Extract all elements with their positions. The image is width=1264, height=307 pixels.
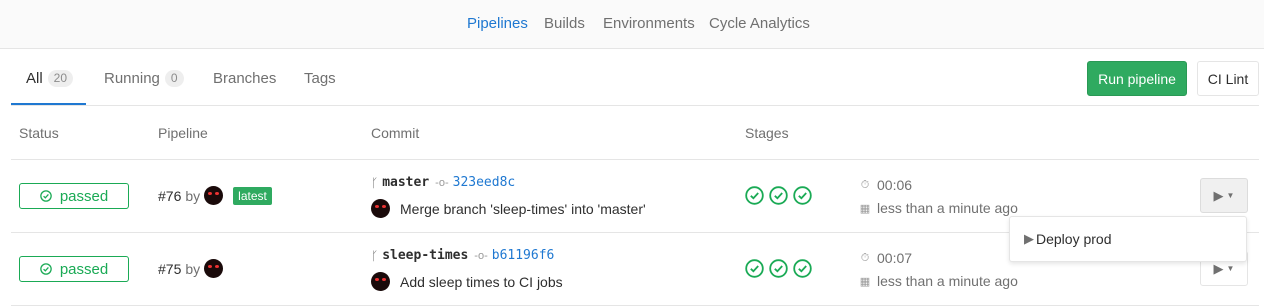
stage-list: [745, 259, 817, 278]
commit-ref: ᚴ sleep-times -o- b61196f6: [371, 248, 554, 263]
ci-lint-button[interactable]: CI Lint: [1197, 61, 1259, 96]
deploy-prod-action[interactable]: ▶ Deploy prod: [1024, 231, 1112, 247]
duration: ⏱ 00:07: [859, 250, 912, 266]
tab-all-count: 20: [47, 70, 74, 87]
tab-branches-label: Branches: [213, 70, 277, 87]
branch-icon: ᚴ: [371, 175, 379, 190]
tab-branches[interactable]: Branches: [213, 70, 276, 87]
active-tab-indicator: [11, 103, 86, 105]
table-header: Status Pipeline Commit Stages: [11, 106, 1259, 160]
stage-passed-icon[interactable]: [745, 259, 764, 278]
stage-passed-icon[interactable]: [793, 186, 812, 205]
duration-value: 00:06: [877, 177, 913, 193]
commit-sha-link[interactable]: b61196f6: [492, 248, 555, 263]
status-label: passed: [59, 187, 109, 205]
status-badge[interactable]: passed: [19, 256, 129, 282]
manual-actions-dropdown: ▶ Deploy prod: [1009, 216, 1247, 262]
caret-down-icon: ▼: [1226, 191, 1235, 200]
stage-list: [745, 186, 817, 205]
play-icon: ▶: [1024, 231, 1034, 246]
header-commit: Commit: [371, 125, 420, 141]
pipeline-id: #76 by latest: [158, 186, 272, 205]
stage-passed-icon[interactable]: [769, 186, 788, 205]
branch-icon: ᚴ: [371, 248, 379, 263]
play-icon: ▶: [1213, 260, 1224, 276]
branch-link[interactable]: master: [382, 175, 429, 190]
commit-title: Add sleep times to CI jobs: [371, 272, 563, 291]
commit-title: Merge branch 'sleep-times' into 'master': [371, 199, 646, 218]
branch-link[interactable]: sleep-times: [382, 248, 468, 263]
pipeline-link[interactable]: #76: [158, 188, 181, 204]
status-badge[interactable]: passed: [19, 183, 129, 209]
stage-passed-icon[interactable]: [793, 259, 812, 278]
header-pipeline: Pipeline: [158, 125, 208, 141]
caret-down-icon: ▼: [1226, 264, 1235, 273]
commit-icon: -o-: [474, 249, 488, 262]
tab-running[interactable]: Running 0: [104, 70, 184, 87]
subnav-pipelines[interactable]: Pipelines: [467, 15, 528, 32]
tab-all[interactable]: All 20: [26, 70, 74, 87]
commit-ref: ᚴ master -o- 323eed8c: [371, 175, 515, 190]
latest-badge: latest: [233, 186, 272, 205]
duration: ⏱ 00:06: [859, 177, 912, 193]
header-status: Status: [19, 125, 59, 141]
commit-sha-link[interactable]: 323eed8c: [453, 175, 516, 190]
avatar[interactable]: [371, 272, 390, 291]
subnav-builds[interactable]: Builds: [544, 15, 585, 32]
header-stages: Stages: [745, 125, 789, 141]
stage-passed-icon[interactable]: [769, 259, 788, 278]
pipeline-link[interactable]: #75: [158, 261, 181, 277]
pipeline-by: by: [185, 187, 201, 204]
commit-icon: -o-: [435, 176, 449, 189]
check-circle-icon: [40, 190, 52, 202]
pipeline-scope-tabs: All 20 Running 0 Branches Tags: [11, 49, 1259, 106]
finished-value: less than a minute ago: [877, 273, 1018, 289]
commit-title-link[interactable]: Add sleep times to CI jobs: [400, 274, 563, 290]
run-pipeline-button[interactable]: Run pipeline: [1087, 61, 1187, 96]
play-icon: ▶: [1213, 187, 1224, 203]
tab-tags-label: Tags: [304, 70, 336, 87]
commit-title-link[interactable]: Merge branch 'sleep-times' into 'master': [400, 201, 646, 217]
timer-icon: ⏱: [860, 178, 870, 191]
duration-value: 00:07: [877, 250, 913, 266]
status-label: passed: [59, 260, 109, 278]
avatar[interactable]: [371, 199, 390, 218]
tab-running-label: Running: [104, 70, 160, 87]
finished-at: ▦ less than a minute ago: [859, 273, 1018, 289]
subnav-cycle-analytics[interactable]: Cycle Analytics: [709, 15, 810, 32]
project-subnav: Pipelines Builds Environments Cycle Anal…: [0, 0, 1264, 49]
calendar-icon: ▦: [859, 275, 871, 288]
tab-running-count: 0: [164, 70, 184, 87]
avatar[interactable]: [204, 186, 224, 205]
subnav-environments[interactable]: Environments: [603, 15, 695, 32]
finished-value: less than a minute ago: [877, 200, 1018, 216]
calendar-icon: ▦: [859, 202, 871, 215]
check-circle-icon: [40, 263, 52, 275]
pipeline-by: by: [185, 260, 201, 277]
deploy-prod-label: Deploy prod: [1036, 231, 1112, 247]
stage-passed-icon[interactable]: [745, 186, 764, 205]
avatar[interactable]: [204, 259, 224, 278]
manual-actions-button[interactable]: ▶ ▼: [1200, 178, 1248, 213]
pipeline-id: #75 by: [158, 259, 224, 278]
tab-all-label: All: [26, 70, 43, 87]
tab-tags[interactable]: Tags: [304, 70, 336, 87]
timer-icon: ⏱: [860, 251, 870, 264]
finished-at: ▦ less than a minute ago: [859, 200, 1018, 216]
